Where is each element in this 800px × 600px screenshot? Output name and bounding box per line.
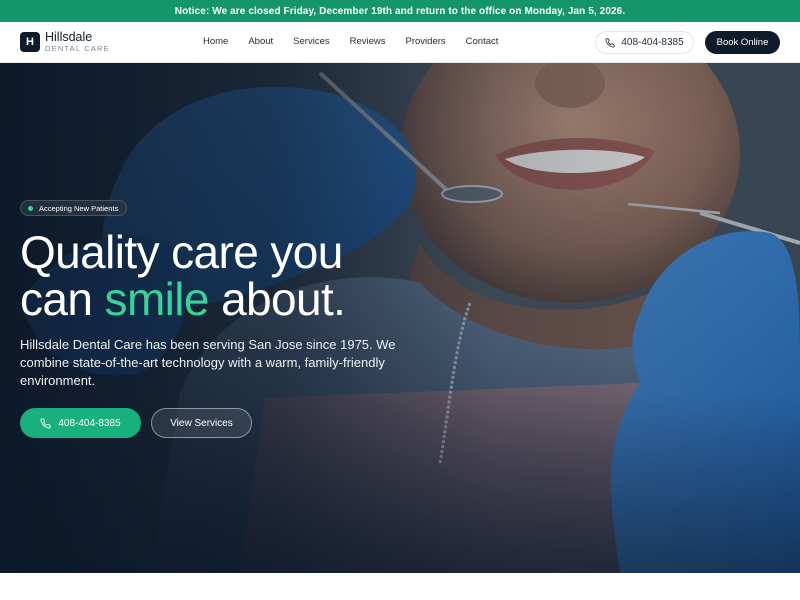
logo-name[interactable]: Hillsdale [45,30,92,44]
accepting-patients-badge: Accepting New Patients [20,200,128,216]
headline-accent: smile [104,273,210,325]
phone-icon [40,417,51,428]
header-phone-button[interactable]: 408-404-8385 [595,31,694,54]
site-header: H Hillsdale DENTAL CARE Home About Servi… [0,22,800,63]
logo-icon[interactable]: H [20,32,40,52]
hero-headline: Quality care you can smile about. [20,226,346,325]
headline-post: about. [208,273,346,325]
view-services-button[interactable]: View Services [151,408,252,438]
headline-pre: can [20,273,105,325]
notice-text: Notice: We are closed Friday, December 1… [174,5,626,17]
nav-services[interactable]: Services [293,36,329,48]
hero-call-button[interactable]: 408-404-8385 [20,408,141,438]
nav-reviews[interactable]: Reviews [350,36,386,48]
status-dot-icon [28,205,33,211]
nav-home[interactable]: Home [203,36,228,48]
badge-text: Accepting New Patients [39,203,119,213]
hero-section: Accepting New Patients Quality care you … [0,63,800,573]
hero-subtext: Hillsdale Dental Care has been serving S… [20,337,396,388]
logo-subtitle: DENTAL CARE [45,44,110,53]
phone-icon [605,37,615,48]
hero-call-text: 408-404-8385 [58,417,121,429]
nav-providers[interactable]: Providers [406,36,446,48]
nav-about[interactable]: About [248,36,273,48]
nav-contact[interactable]: Contact [466,36,499,48]
header-phone-text: 408-404-8385 [621,37,684,48]
below-hero-section [0,573,800,600]
book-online-button[interactable]: Book Online [705,31,780,54]
notice-bar: Notice: We are closed Friday, December 1… [0,0,800,22]
headline-line1: Quality care you [20,226,343,278]
main-nav: Home About Services Reviews Providers Co… [203,36,518,48]
